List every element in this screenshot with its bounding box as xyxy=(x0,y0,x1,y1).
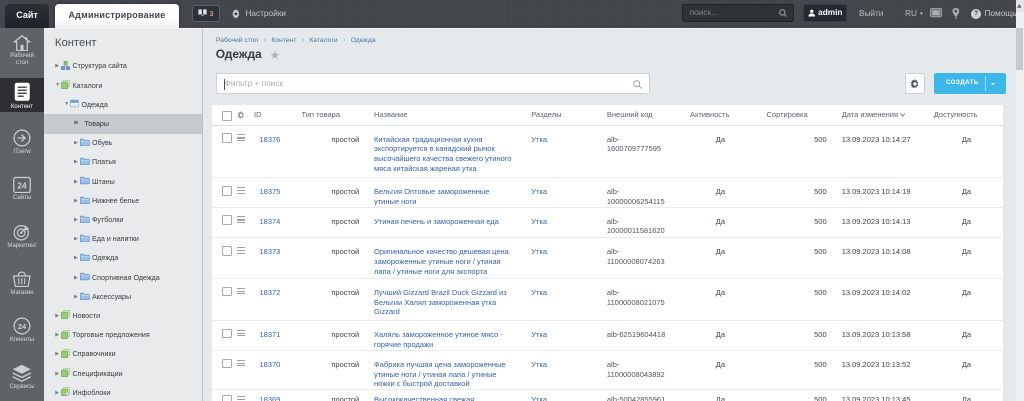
svg-text:24: 24 xyxy=(18,322,27,331)
svg-text:24: 24 xyxy=(17,181,27,190)
